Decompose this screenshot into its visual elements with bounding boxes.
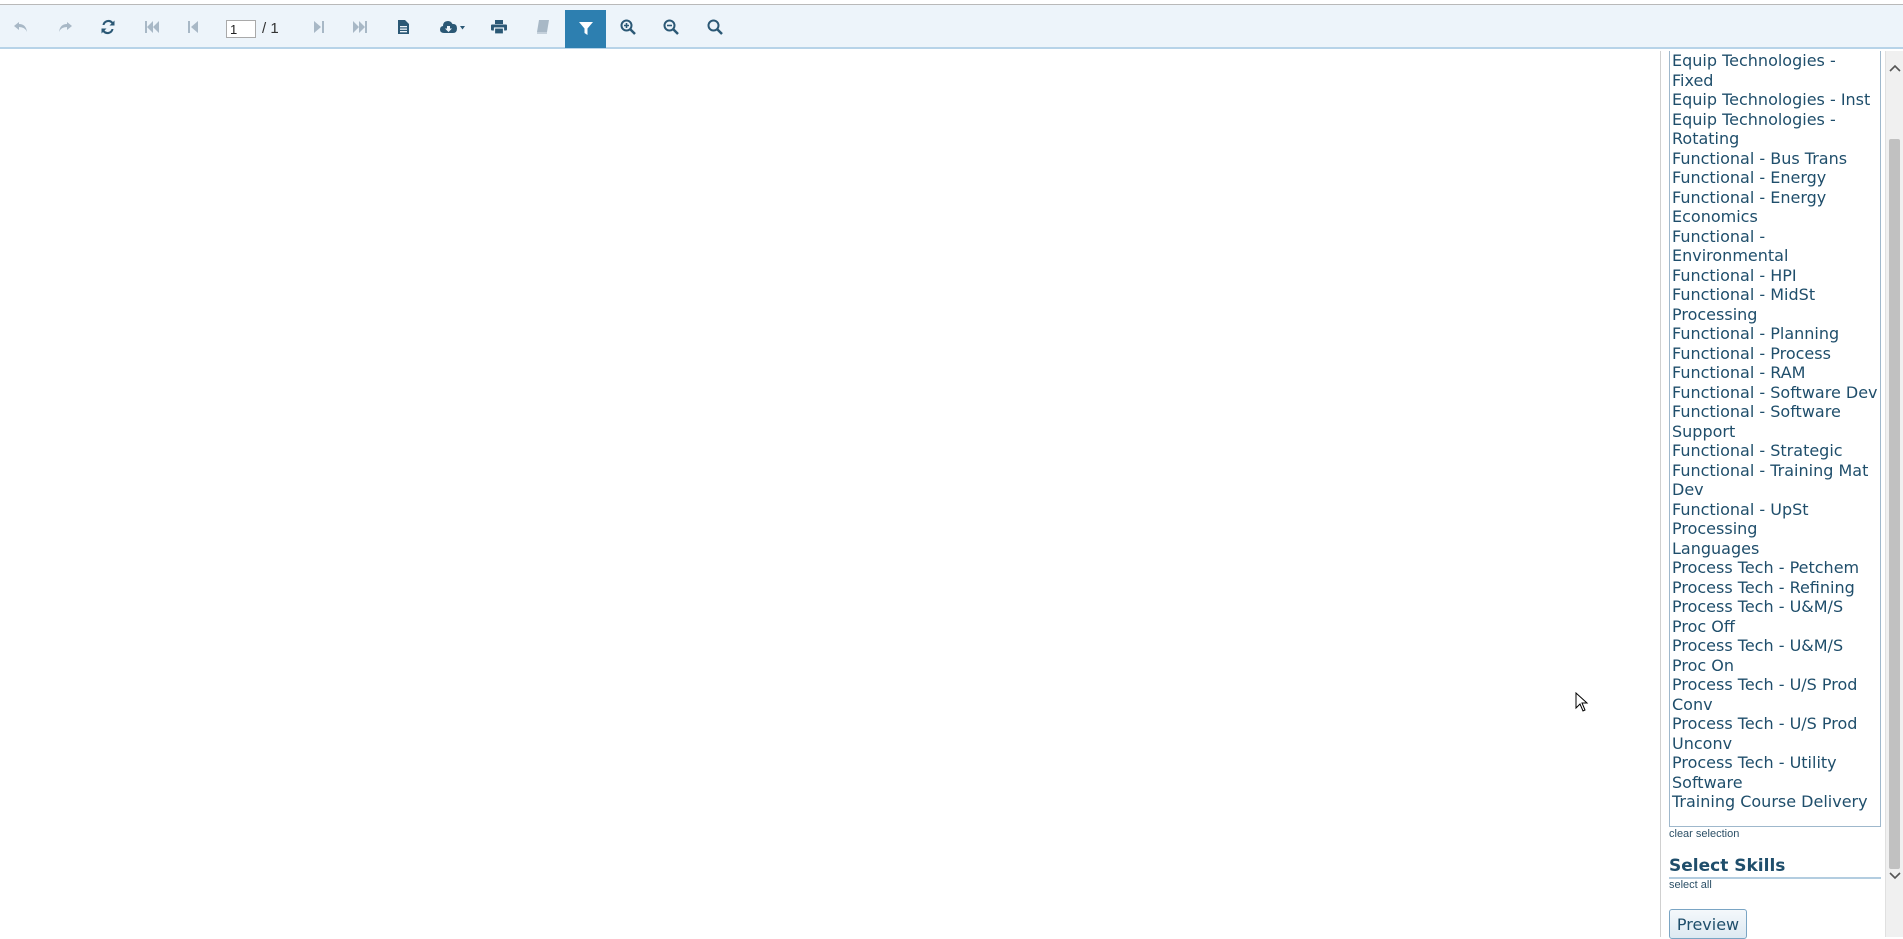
export-dropdown-button[interactable] <box>432 10 474 44</box>
last-page-button[interactable] <box>341 10 379 44</box>
next-page-icon <box>314 21 324 33</box>
report-toolbar: / 1 <box>0 5 1903 49</box>
list-option[interactable]: Functional - Planning <box>1670 324 1880 344</box>
list-option[interactable]: Process Tech - Refining <box>1670 578 1880 598</box>
list-option[interactable]: Functional - Bus Trans <box>1670 149 1880 169</box>
undo-button[interactable] <box>2 10 40 44</box>
first-page-button[interactable] <box>133 10 171 44</box>
list-option[interactable]: Functional - Software Support <box>1670 402 1880 441</box>
list-option[interactable]: Functional - Energy Economics <box>1670 188 1880 227</box>
list-option[interactable]: Equip Technologies - Rotating <box>1670 110 1880 149</box>
chevron-up-icon <box>1888 64 1901 72</box>
document-map-button[interactable] <box>384 10 422 44</box>
undo-icon <box>14 22 27 32</box>
page-total-label: / 1 <box>262 20 279 37</box>
list-option[interactable]: Functional - Software Dev <box>1670 383 1880 403</box>
print-layout-button[interactable] <box>524 10 562 44</box>
refresh-icon <box>101 19 115 35</box>
search-icon <box>707 19 723 35</box>
refresh-button[interactable] <box>89 10 127 44</box>
report-viewer-area <box>0 51 1660 937</box>
print-icon <box>491 20 507 34</box>
clear-selection-link[interactable]: clear selection <box>1669 828 1739 840</box>
first-page-icon <box>145 21 159 33</box>
list-option[interactable]: Equip Technologies - Fixed <box>1670 51 1880 90</box>
list-option[interactable]: Languages <box>1670 539 1880 559</box>
select-all-link[interactable]: select all <box>1669 879 1712 891</box>
list-option[interactable]: Functional - MidSt Processing <box>1670 285 1880 324</box>
list-option[interactable]: Equip Technologies - Inst <box>1670 90 1880 110</box>
redo-button[interactable] <box>46 10 84 44</box>
last-page-icon <box>353 21 367 33</box>
print-button[interactable] <box>480 10 518 44</box>
list-option[interactable]: Functional - Process <box>1670 344 1880 364</box>
search-button[interactable] <box>696 10 734 44</box>
list-option[interactable]: Process Tech - U/S Prod Conv <box>1670 675 1880 714</box>
scroll-down-button[interactable] <box>1886 867 1903 885</box>
panel-scrollbar[interactable] <box>1885 51 1903 937</box>
list-option[interactable]: Functional - Environmental <box>1670 227 1880 266</box>
list-option[interactable]: Process Tech - U&M/S Proc On <box>1670 636 1880 675</box>
list-option[interactable]: Process Tech - U/S Prod Unconv <box>1670 714 1880 753</box>
next-page-button[interactable] <box>300 10 338 44</box>
zoom-in-button[interactable] <box>609 10 647 44</box>
list-option[interactable]: Functional - UpSt Processing <box>1670 500 1880 539</box>
cloud-download-icon <box>440 21 465 33</box>
mouse-cursor-icon <box>1575 691 1589 716</box>
zoom-out-button[interactable] <box>652 10 690 44</box>
list-option[interactable]: Process Tech - Petchem <box>1670 558 1880 578</box>
list-option[interactable]: Process Tech - U&M/S Proc Off <box>1670 597 1880 636</box>
preview-button[interactable]: Preview <box>1669 909 1747 939</box>
page-number-input[interactable] <box>226 20 256 38</box>
book-icon <box>537 20 549 34</box>
list-option[interactable]: Training Course Delivery <box>1670 792 1880 812</box>
list-option[interactable]: Functional - RAM <box>1670 363 1880 383</box>
zoom-in-icon <box>620 19 636 35</box>
list-option[interactable]: Process Tech - Utility Software <box>1670 753 1880 792</box>
scroll-up-button[interactable] <box>1886 59 1903 77</box>
skill-category-listbox[interactable]: Equip Technologies - Fixed Equip Technolo… <box>1669 51 1881 827</box>
parameters-panel: Equip Technologies - Fixed Equip Technolo… <box>1660 51 1885 939</box>
list-option[interactable]: Functional - HPI <box>1670 266 1880 286</box>
previous-page-icon <box>188 21 198 33</box>
redo-icon <box>59 22 72 32</box>
document-icon <box>398 20 409 34</box>
chevron-down-icon <box>1888 872 1901 880</box>
list-option[interactable]: Functional - Energy <box>1670 168 1880 188</box>
filter-icon <box>578 22 593 35</box>
zoom-out-icon <box>663 19 679 35</box>
select-skills-heading: Select Skills <box>1669 856 1881 879</box>
list-option[interactable]: Functional - Strategic <box>1670 441 1880 461</box>
list-option[interactable]: Functional - Training Mat Dev <box>1670 461 1880 500</box>
toggle-parameters-button[interactable] <box>565 10 606 48</box>
previous-page-button[interactable] <box>174 10 212 44</box>
scroll-thumb[interactable] <box>1889 139 1900 869</box>
